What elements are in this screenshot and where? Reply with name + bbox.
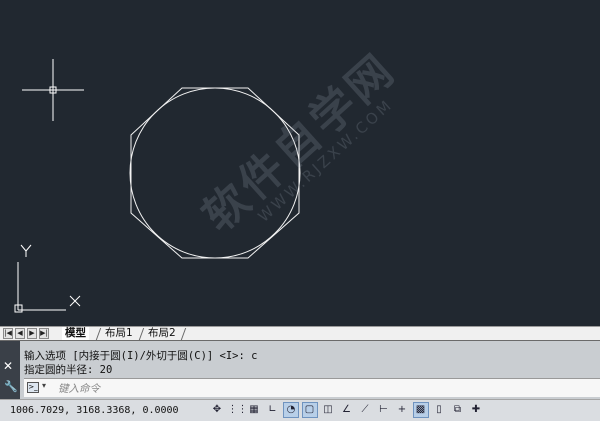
command-history-line: 指定圆的半径: 20	[24, 364, 113, 376]
layout-tab-bar: |◀ ◀ ▶ ▶| 模型 布局1 布局2	[0, 326, 600, 341]
selection-cycling-icon[interactable]: ⧉	[450, 402, 466, 418]
tab-separator	[138, 328, 145, 340]
tab-layout2[interactable]: 布局2	[145, 327, 179, 340]
last-layout-button[interactable]: ▶|	[39, 328, 49, 339]
next-layout-button[interactable]: ▶	[27, 328, 37, 339]
tab-layout1[interactable]: 布局1	[102, 327, 136, 340]
grid-display-icon[interactable]: ⋮⋮	[228, 402, 248, 418]
dynamic-input-icon[interactable]: ⊢	[376, 402, 392, 418]
command-history-line: 输入选项 [内接于圆(I)/外切于圆(C)] <I>: c	[24, 350, 258, 362]
transparency-icon[interactable]: ▩	[412, 402, 429, 418]
object-snap-icon[interactable]: ▢	[301, 402, 318, 418]
tab-model[interactable]: 模型	[62, 327, 89, 340]
chevron-down-icon[interactable]: ▾	[42, 381, 46, 390]
first-layout-button[interactable]: |◀	[3, 328, 13, 339]
close-icon[interactable]: ✕	[3, 359, 13, 373]
tab-separator	[95, 328, 102, 340]
snap-mode-icon[interactable]: ▦	[246, 402, 262, 418]
command-window: ✕ 🔧 输入选项 [内接于圆(I)/外切于圆(C)] <I>: c 指定圆的半径…	[0, 341, 600, 399]
tab-separator	[180, 328, 187, 340]
command-input[interactable]: >_ ▾ 键入命令	[24, 378, 600, 397]
dynamic-ucs-icon[interactable]: ⟋	[357, 402, 373, 418]
command-input-placeholder: 键入命令	[58, 383, 100, 395]
cursor-coordinates[interactable]: 1006.7029, 3168.3368, 0.0000	[10, 405, 179, 416]
status-bar: 1006.7029, 3168.3368, 0.0000 ✥ ⋮⋮ ▦ ∟ ◔ ▢ ◫ ∠ ⟋ ⊢…	[0, 399, 600, 421]
polar-tracking-icon[interactable]: ◔	[283, 402, 299, 418]
ortho-mode-icon[interactable]: ∟	[265, 402, 281, 418]
command-prompt-icon[interactable]: >_	[27, 382, 39, 393]
lineweight-icon[interactable]: +	[394, 402, 410, 418]
object-snap-tracking-icon[interactable]: ∠	[339, 402, 355, 418]
3d-object-snap-icon[interactable]: ◫	[320, 402, 336, 418]
drawing-canvas[interactable]: X Y 软件自学网 WWW.RJZXW.COM	[0, 0, 600, 326]
crosshair-cursor	[22, 59, 84, 121]
previous-layout-button[interactable]: ◀	[15, 328, 25, 339]
ucs-icon	[14, 244, 81, 313]
wrench-icon[interactable]: 🔧	[4, 380, 18, 393]
quick-properties-icon[interactable]: ▯	[431, 402, 447, 418]
annotation-monitor-icon[interactable]: ✚	[468, 402, 484, 418]
model-space-icon[interactable]: ✥	[209, 402, 225, 418]
